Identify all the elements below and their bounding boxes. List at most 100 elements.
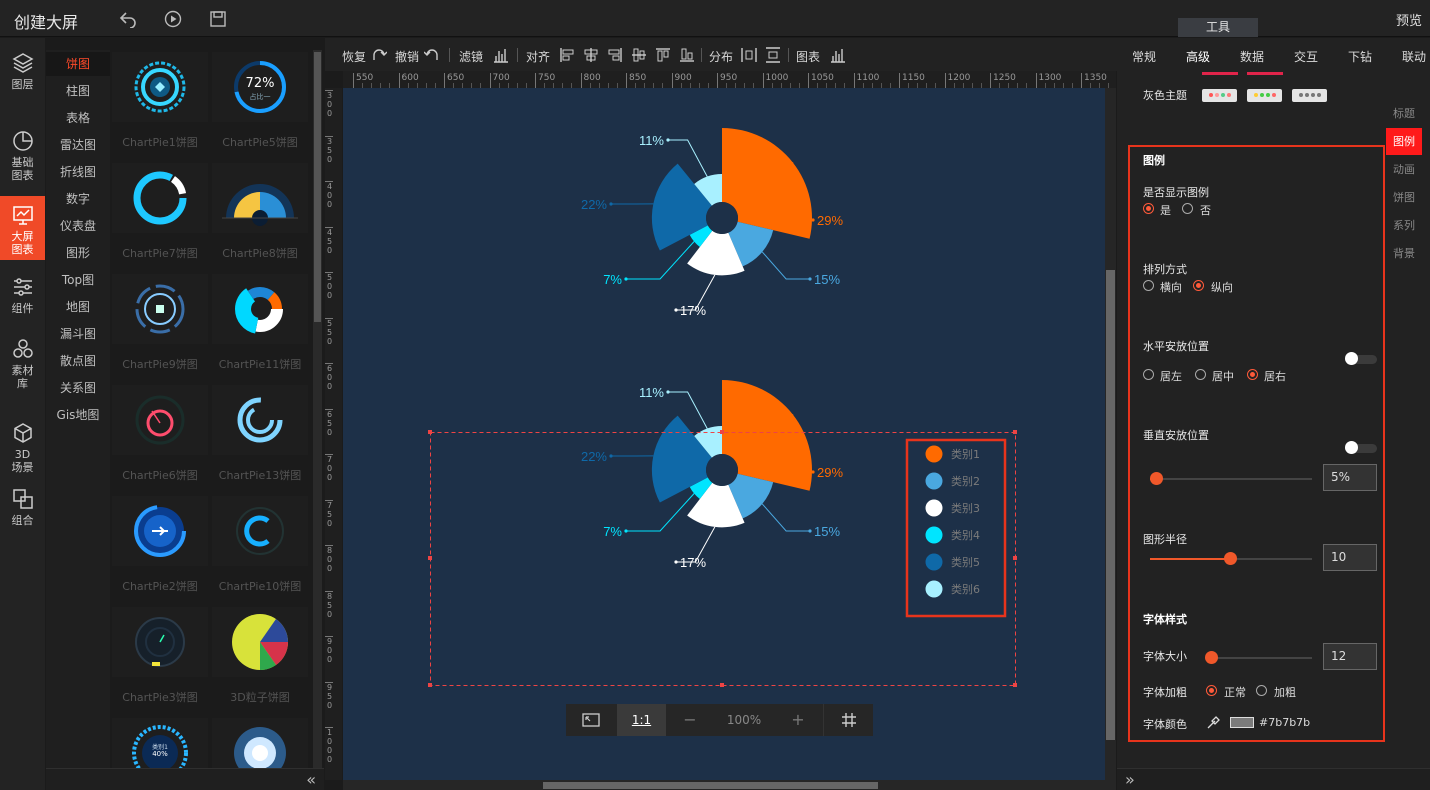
preview-button[interactable]: 预览 <box>1396 10 1422 29</box>
thumbnail-glow[interactable] <box>212 718 308 768</box>
bar-chart-icon[interactable] <box>493 47 509 63</box>
undo-arrow-icon[interactable] <box>424 47 440 63</box>
font-weight-normal-radio[interactable] <box>1206 685 1217 696</box>
nav-layers[interactable]: 图层 <box>0 52 45 98</box>
distribute-h-icon[interactable] <box>741 47 757 63</box>
layout-vertical-radio[interactable] <box>1193 280 1204 291</box>
h-position-toggle[interactable] <box>1345 352 1377 365</box>
sidetab-background[interactable]: 背景 <box>1386 240 1422 267</box>
canvas-vertical-scrollbar[interactable] <box>1105 88 1116 780</box>
thumbnail-chartpie2[interactable]: ChartPie2饼图 <box>112 496 208 602</box>
radius-slider[interactable] <box>1150 552 1312 565</box>
tab-linkage[interactable]: 联动 <box>1402 48 1426 65</box>
canvas-horizontal-scrollbar[interactable] <box>343 780 1116 790</box>
chart-bar-icon[interactable] <box>830 47 846 63</box>
theme-swatch[interactable] <box>1247 89 1282 102</box>
thumbnail-chartpie5[interactable]: 72% 占比一 ChartPie5饼图 <box>212 52 308 158</box>
nav-components[interactable]: 组件 <box>0 276 45 322</box>
collapse-left-panel[interactable]: « <box>46 768 324 790</box>
thumbnail-chartpie13[interactable]: ChartPie13饼图 <box>212 385 308 491</box>
eyedropper-icon[interactable] <box>1206 715 1221 730</box>
sidetab-legend[interactable]: 图例 <box>1386 128 1422 155</box>
thumbnail-ring-bottom[interactable]: 类别1 40% <box>112 718 208 768</box>
play-icon[interactable] <box>164 10 182 28</box>
redo-button[interactable]: 恢复 <box>342 48 366 65</box>
undo-button[interactable]: 撤销 <box>395 48 419 65</box>
thumbnail-chartpie7[interactable]: ChartPie7饼图 <box>112 163 208 269</box>
redo-icon[interactable] <box>371 47 387 63</box>
actual-size-button[interactable]: 1:1 <box>617 704 666 736</box>
nav-group[interactable]: 组合 <box>0 488 45 534</box>
h-left-radio[interactable] <box>1143 369 1154 380</box>
h-right-radio[interactable] <box>1247 369 1258 380</box>
category-item[interactable]: 图形 <box>46 241 110 265</box>
double-chevron-right-icon[interactable]: » <box>1125 770 1135 789</box>
category-item[interactable]: 柱图 <box>46 79 110 103</box>
double-chevron-left-icon[interactable]: « <box>306 770 316 789</box>
thumbnail-chartpie11[interactable]: ChartPie11饼图 <box>212 274 308 380</box>
category-item[interactable]: Gis地图 <box>46 403 110 427</box>
distribute-button[interactable]: 分布 <box>709 48 733 65</box>
save-icon[interactable] <box>209 10 227 28</box>
chart-button[interactable]: 图表 <box>796 48 820 65</box>
slider-handle[interactable] <box>1150 472 1163 485</box>
h-center-radio[interactable] <box>1195 369 1206 380</box>
undo-icon[interactable] <box>119 10 137 28</box>
tools-tab[interactable]: 工具 <box>1178 18 1258 37</box>
tab-drilldown[interactable]: 下钻 <box>1348 48 1372 65</box>
thumbnail-chartpie10[interactable]: ChartPie10饼图 <box>212 496 308 602</box>
nav-materials[interactable]: 素材库 <box>0 338 45 396</box>
show-legend-yes-radio[interactable] <box>1143 203 1154 214</box>
filter-button[interactable]: 滤镜 <box>459 48 483 65</box>
sidetab-title[interactable]: 标题 <box>1386 100 1422 127</box>
font-size-input[interactable]: 12 <box>1323 643 1377 670</box>
sidetab-animation[interactable]: 动画 <box>1386 156 1422 183</box>
category-item[interactable]: Top图 <box>46 268 110 292</box>
thumbnail-chartpie6[interactable]: ChartPie6饼图 <box>112 385 208 491</box>
align-center-h-icon[interactable] <box>583 47 599 63</box>
nav-screen-charts[interactable]: 大屏图表 <box>0 196 45 260</box>
thumbnail-3d-particle[interactable]: 3D粒子饼图 <box>212 607 308 713</box>
category-item[interactable]: 折线图 <box>46 160 110 184</box>
radius-input[interactable]: 10 <box>1323 544 1377 571</box>
layout-horizontal-radio[interactable] <box>1143 280 1154 291</box>
align-bottom-icon[interactable] <box>679 47 695 63</box>
nav-3d-scene[interactable]: 3D场景 <box>0 422 45 474</box>
tab-data[interactable]: 数据 <box>1240 48 1264 65</box>
show-legend-no-radio[interactable] <box>1182 203 1193 214</box>
collapse-right-panel[interactable]: » <box>1117 768 1430 790</box>
align-button[interactable]: 对齐 <box>526 48 550 65</box>
sidetab-series[interactable]: 系列 <box>1386 212 1422 239</box>
tab-general[interactable]: 常规 <box>1132 48 1156 65</box>
thumbnail-scrollbar[interactable] <box>313 50 322 768</box>
tab-interaction[interactable]: 交互 <box>1294 48 1318 65</box>
slider-handle[interactable] <box>1224 552 1237 565</box>
font-weight-bold-radio[interactable] <box>1256 685 1267 696</box>
category-item[interactable]: 表格 <box>46 106 110 130</box>
zoom-out-button[interactable]: − <box>666 704 714 736</box>
tab-advanced[interactable]: 高级 <box>1186 48 1210 65</box>
design-canvas[interactable]: 29% 15% 17% 7% 22% 11% 29% 15% 17% 7% 22% 11% 类别1 类别2… <box>343 88 1105 780</box>
grid-toggle-button[interactable] <box>823 704 873 736</box>
font-size-slider[interactable] <box>1205 651 1312 664</box>
theme-swatch[interactable] <box>1292 89 1327 102</box>
category-item[interactable]: 地图 <box>46 295 110 319</box>
distribute-v-icon[interactable] <box>765 47 781 63</box>
thumbnail-chartpie1[interactable]: ChartPie1饼图 <box>112 52 208 158</box>
font-color-swatch[interactable] <box>1230 717 1254 728</box>
align-top-icon[interactable] <box>655 47 671 63</box>
category-item[interactable]: 数字 <box>46 187 110 211</box>
align-left-icon[interactable] <box>559 47 575 63</box>
fit-screen-button[interactable] <box>566 704 616 736</box>
nav-basic-charts[interactable]: 基础图表 <box>0 130 45 186</box>
category-item[interactable]: 仪表盘 <box>46 214 110 238</box>
category-item[interactable]: 散点图 <box>46 349 110 373</box>
thumbnail-chartpie8[interactable]: ChartPie8饼图 <box>212 163 308 269</box>
slider-handle[interactable] <box>1205 651 1218 664</box>
thumbnail-chartpie9[interactable]: ChartPie9饼图 <box>112 274 208 380</box>
category-item[interactable]: 关系图 <box>46 376 110 400</box>
category-item[interactable]: 饼图 <box>46 52 110 76</box>
v-position-input[interactable]: 5% <box>1323 464 1377 491</box>
sidetab-pie[interactable]: 饼图 <box>1386 184 1422 211</box>
thumbnail-chartpie3[interactable]: ChartPie3饼图 <box>112 607 208 713</box>
